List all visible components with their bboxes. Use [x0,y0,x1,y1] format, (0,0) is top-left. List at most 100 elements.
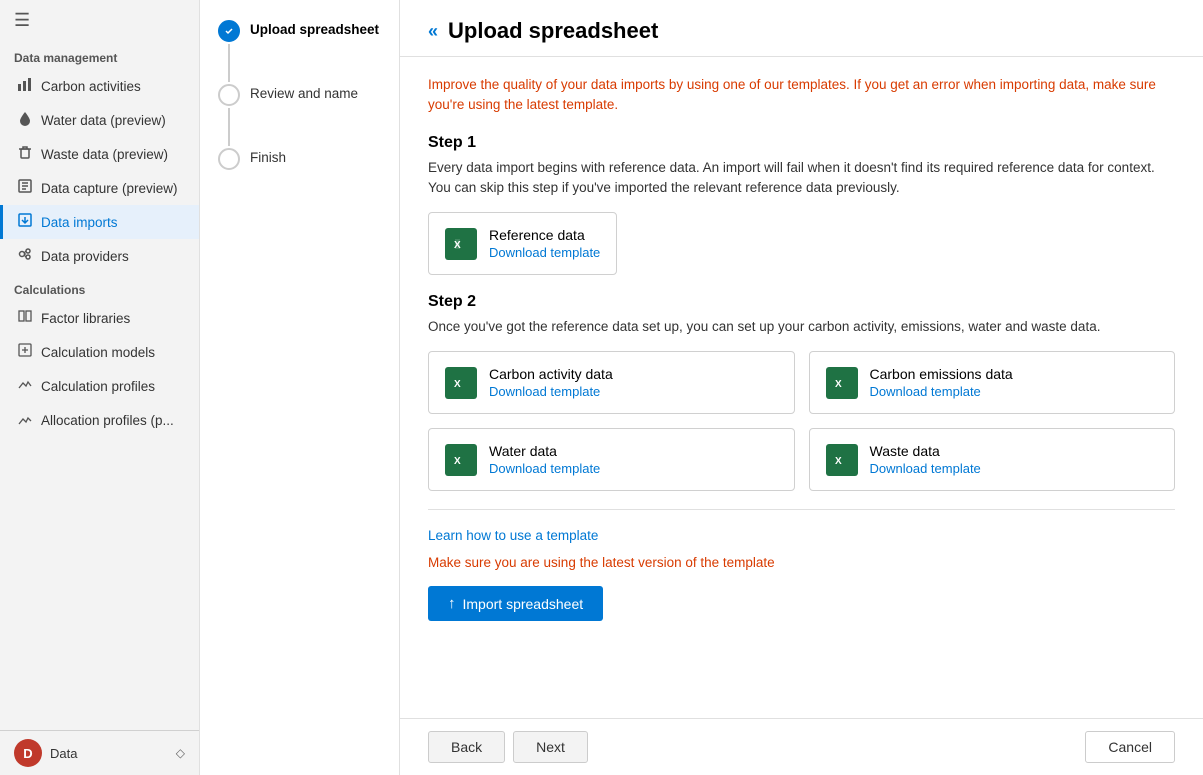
excel-icon-water: X [445,444,477,476]
sidebar-item-data-imports[interactable]: Data imports [0,205,199,239]
excel-icon-carbon-emissions: X [826,367,858,399]
sidebar-item-data-providers[interactable]: Data providers [0,239,199,273]
sidebar-item-calculation-profiles-label: Calculation profiles [41,379,155,394]
svg-text:X: X [835,456,842,467]
step2-section: Step 2 Once you've got the reference dat… [428,293,1175,491]
sidebar-item-waste-data-label: Waste data (preview) [41,147,168,162]
reference-data-download-link[interactable]: Download template [489,245,600,260]
sidebar-item-calculation-models-label: Calculation models [41,345,155,360]
carbon-emissions-download-link[interactable]: Download template [870,384,1013,399]
step1-cards: X Reference data Download template [428,212,1175,275]
calculation-models-icon [17,342,33,362]
sidebar-item-data-capture-label: Data capture (preview) [41,181,178,196]
sidebar-item-carbon-activities-label: Carbon activities [41,79,141,94]
sidebar-item-water-data[interactable]: Water data (preview) [0,103,199,137]
carbon-activity-card[interactable]: X Carbon activity data Download template [428,351,795,414]
reference-data-name: Reference data [489,227,600,243]
sidebar-bottom-label: Data [50,746,77,761]
water-data-name: Water data [489,443,600,459]
waste-data-icon [17,144,33,164]
water-data-download-link[interactable]: Download template [489,461,600,476]
allocation-profiles-icon [17,410,33,430]
wizard-step-upload: Upload spreadsheet [218,20,381,84]
wizard-line-2 [228,108,230,146]
main-header: « Upload spreadsheet [400,0,1203,57]
chevron-right-icon: ◇ [176,746,185,760]
step2-heading: Step 2 [428,293,1175,311]
wizard-circle-finish [218,148,240,170]
main-body: Improve the quality of your data imports… [400,57,1203,718]
data-management-label: Data management [0,41,199,69]
wizard-line-1 [228,44,230,82]
wizard-panel: Upload spreadsheet Review and name Finis… [200,0,400,775]
back-arrow-icon[interactable]: « [428,21,438,42]
wizard-step-review: Review and name [218,84,381,148]
wizard-step-finish: Finish [218,148,381,170]
upload-icon: ↑ [448,595,456,612]
step1-heading: Step 1 [428,134,1175,152]
sidebar-item-data-providers-label: Data providers [41,249,129,264]
carbon-activity-card-text: Carbon activity data Download template [489,366,613,399]
sidebar-item-data-imports-label: Data imports [41,215,118,230]
waste-data-card-text: Waste data Download template [870,443,981,476]
menu-icon[interactable]: ☰ [0,0,199,41]
wizard-step-upload-label: Upload spreadsheet [250,20,379,37]
svg-text:X: X [454,240,461,251]
step2-description: Once you've got the reference data set u… [428,317,1175,337]
learn-link[interactable]: Learn how to use a template [428,528,1175,543]
reference-data-card[interactable]: X Reference data Download template [428,212,617,275]
carbon-activities-icon [17,76,33,96]
step1-section: Step 1 Every data import begins with ref… [428,134,1175,276]
info-banner: Improve the quality of your data imports… [428,75,1175,116]
carbon-emissions-name: Carbon emissions data [870,366,1013,382]
wizard-step-finish-label: Finish [250,148,286,165]
data-capture-icon [17,178,33,198]
waste-data-card[interactable]: X Waste data Download template [809,428,1176,491]
main-footer: Back Next Cancel [400,718,1203,775]
factor-libraries-icon [17,308,33,328]
step2-cards: X Carbon activity data Download template… [428,351,1175,491]
cancel-button[interactable]: Cancel [1085,731,1175,763]
wizard-circle-review [218,84,240,106]
excel-icon-carbon-activity: X [445,367,477,399]
sidebar-bottom-user[interactable]: D Data ◇ [0,730,199,775]
version-warning: Make sure you are using the latest versi… [428,555,1175,570]
sidebar-item-calculation-models[interactable]: Calculation models [0,335,199,369]
svg-text:X: X [454,379,461,390]
step1-description: Every data import begins with reference … [428,158,1175,199]
sidebar-item-allocation-profiles[interactable]: Allocation profiles (p... [0,403,199,437]
page-title: Upload spreadsheet [448,18,658,44]
waste-data-download-link[interactable]: Download template [870,461,981,476]
svg-text:X: X [835,379,842,390]
sidebar-item-waste-data[interactable]: Waste data (preview) [0,137,199,171]
wizard-step-review-label: Review and name [250,84,358,101]
carbon-emissions-card-text: Carbon emissions data Download template [870,366,1013,399]
import-btn-label: Import spreadsheet [463,596,584,612]
reference-data-card-text: Reference data Download template [489,227,600,260]
calculation-profiles-icon [17,376,33,396]
sidebar-item-data-capture[interactable]: Data capture (preview) [0,171,199,205]
sidebar-item-factor-libraries[interactable]: Factor libraries [0,301,199,335]
excel-icon-waste: X [826,444,858,476]
divider [428,509,1175,510]
data-imports-icon [17,212,33,232]
import-spreadsheet-button[interactable]: ↑ Import spreadsheet [428,586,603,621]
calculations-label: Calculations [0,273,199,301]
waste-data-name: Waste data [870,443,981,459]
data-providers-icon [17,246,33,266]
main-content: « Upload spreadsheet Improve the quality… [400,0,1203,775]
back-button[interactable]: Back [428,731,505,763]
carbon-emissions-card[interactable]: X Carbon emissions data Download templat… [809,351,1176,414]
sidebar-item-factor-libraries-label: Factor libraries [41,311,130,326]
avatar: D [14,739,42,767]
water-data-card-text: Water data Download template [489,443,600,476]
water-data-icon [17,110,33,130]
next-button[interactable]: Next [513,731,588,763]
sidebar-item-calculation-profiles[interactable]: Calculation profiles [0,369,199,403]
wizard-circle-upload [218,20,240,42]
excel-icon-reference: X [445,228,477,260]
carbon-activity-download-link[interactable]: Download template [489,384,613,399]
sidebar-item-carbon-activities[interactable]: Carbon activities [0,69,199,103]
sidebar-item-allocation-profiles-label: Allocation profiles (p... [41,413,174,428]
water-data-card[interactable]: X Water data Download template [428,428,795,491]
